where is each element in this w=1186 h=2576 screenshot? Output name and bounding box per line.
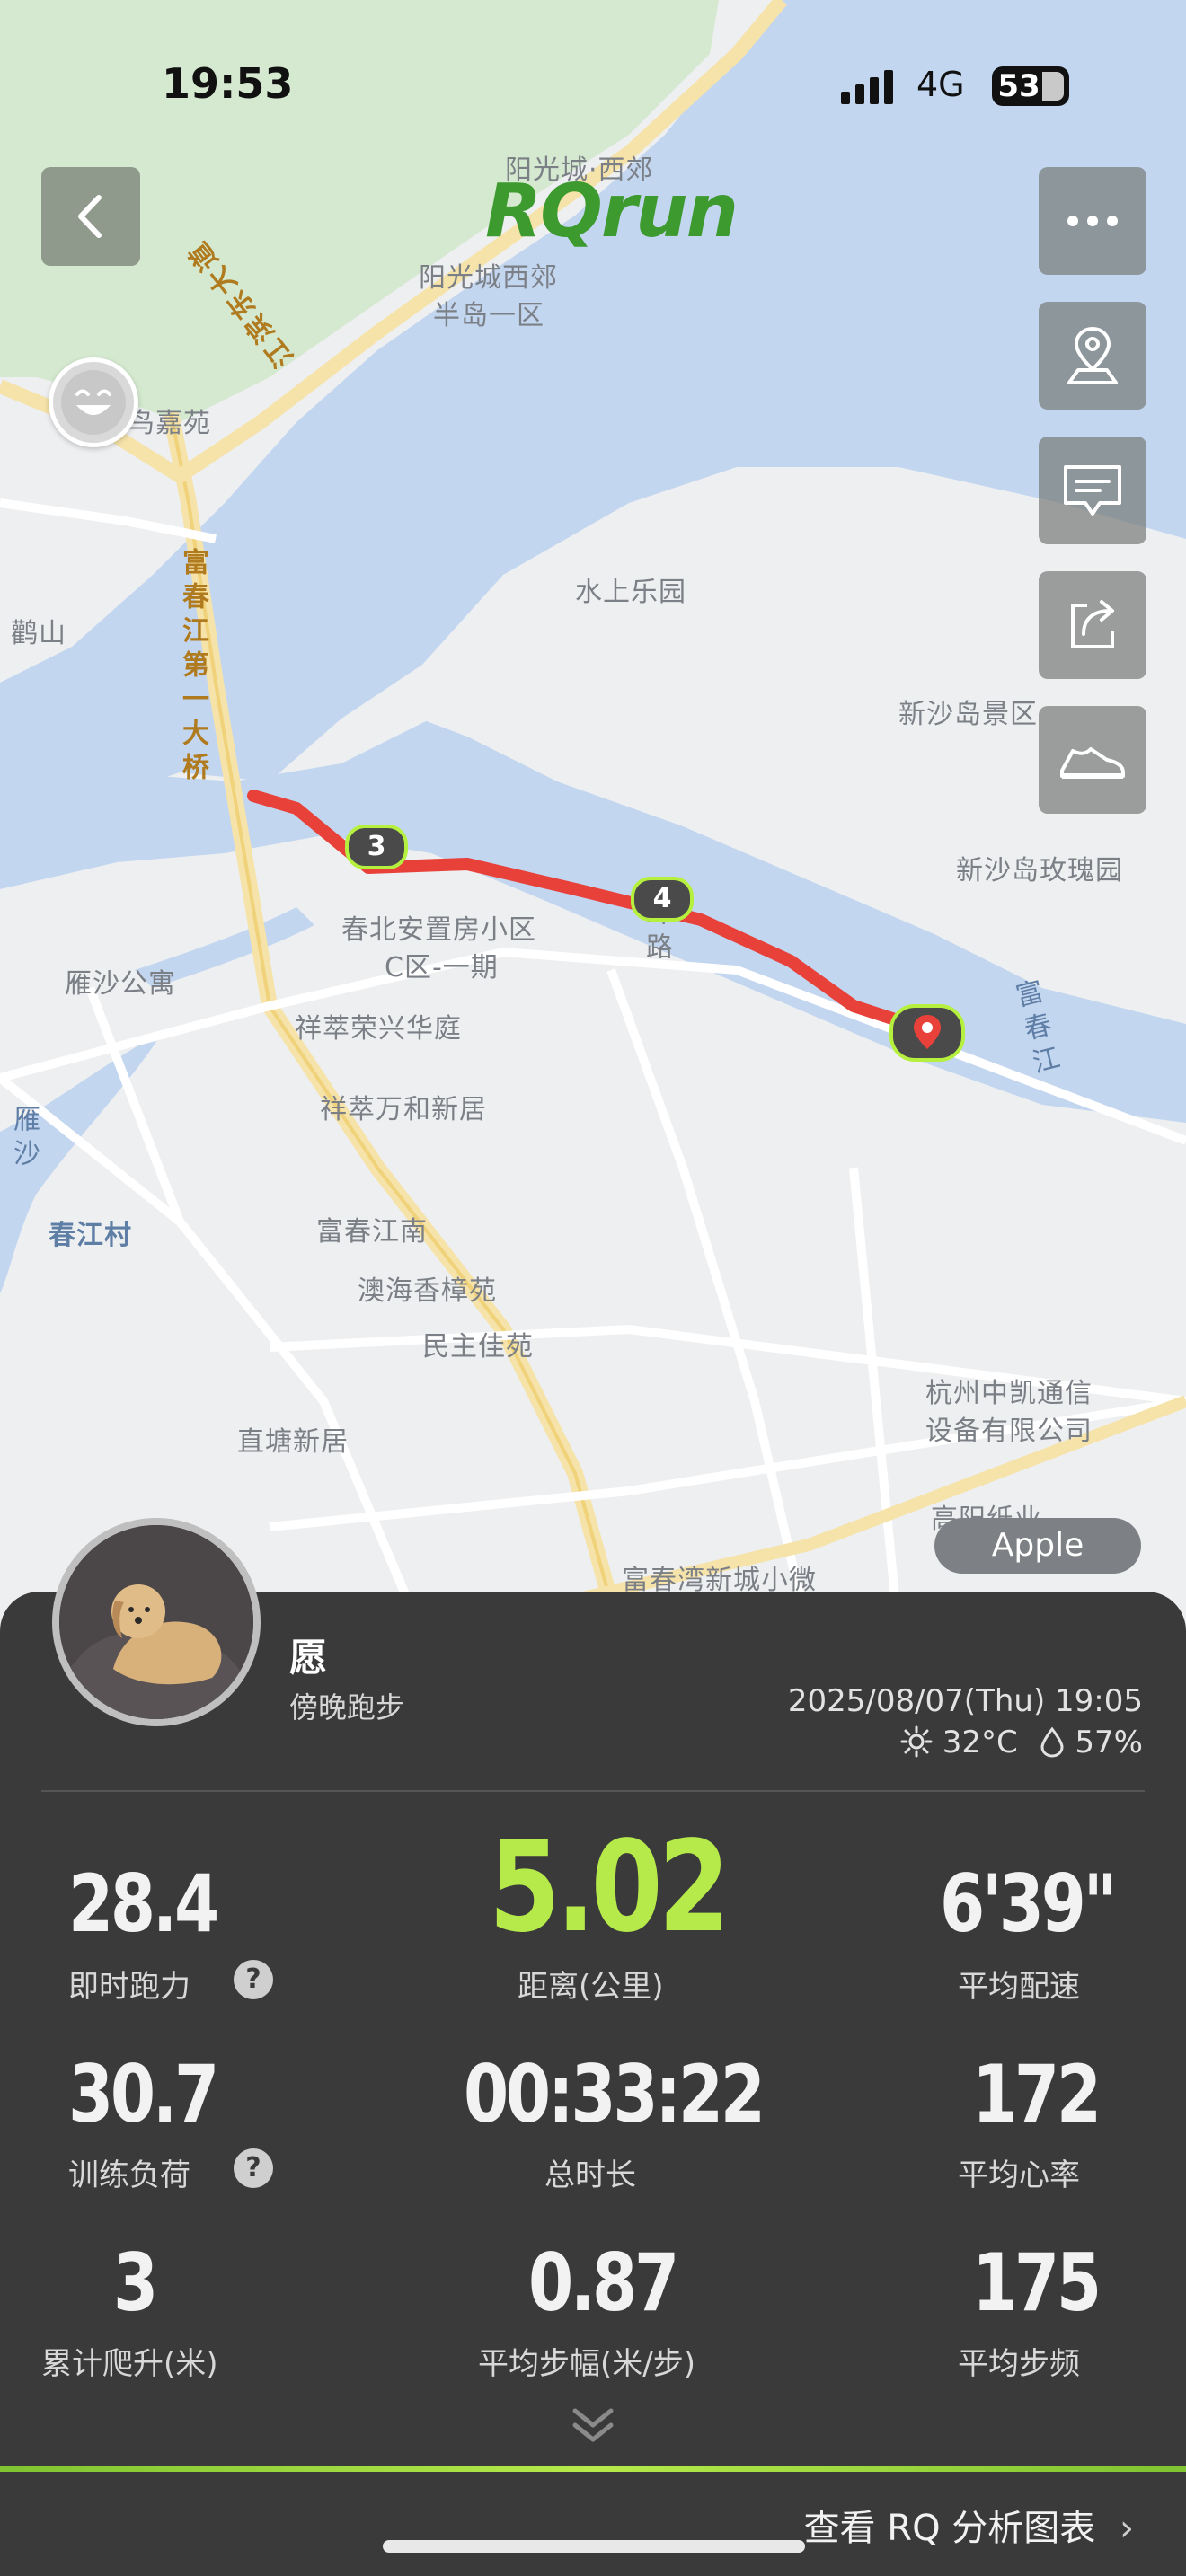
share-button[interactable]: [1039, 571, 1146, 679]
map-label: 杭州中凯通信: [925, 1378, 1093, 1409]
map-label: 直塘新居: [237, 1426, 349, 1458]
chat-icon: [1064, 465, 1121, 516]
stat-label-avg-hr: 平均心率: [958, 2157, 1080, 2193]
map-label: 半岛一区: [433, 300, 544, 331]
temperature: 32°C: [942, 1725, 1018, 1760]
stat-value-distance: 5.02: [489, 1814, 730, 1961]
map-label: 鹳山: [11, 618, 66, 649]
map-label: 雁沙公寓: [65, 968, 176, 1000]
route-map[interactable]: 阳光城·西郊 阳光城西郊 半岛一区 鸟嘉苑 鹳山 水上乐园 新沙岛景区 新沙岛玫…: [0, 0, 1186, 1637]
running-shoe-icon: [1060, 747, 1125, 779]
comment-button[interactable]: [1039, 437, 1146, 544]
map-label: 水上乐园: [575, 577, 686, 608]
stat-value-duration: 00:33:22: [464, 2048, 766, 2140]
map-label: 祥萃万和新居: [320, 1094, 487, 1125]
stat-value-elevation: 3: [113, 2236, 158, 2329]
stat-value-avg-hr: 172: [972, 2048, 1102, 2140]
map-label: 新沙岛景区: [898, 699, 1038, 730]
start-avatar-marker[interactable]: [49, 357, 138, 447]
rqrun-logo: RQrun: [485, 169, 739, 254]
map-label: 澳海香樟苑: [358, 1275, 497, 1307]
road-label: 雁沙: [8, 1105, 40, 1173]
finish-marker[interactable]: [890, 1004, 965, 1062]
stat-label-duration: 总时长: [544, 2157, 636, 2193]
shoe-button[interactable]: [1039, 706, 1146, 814]
help-icon[interactable]: ?: [234, 2148, 273, 2188]
map-label: 新沙岛玫瑰园: [956, 855, 1123, 887]
run-datetime: 2025/08/07(Thu) 19:05: [787, 1683, 1143, 1719]
dog-photo: [59, 1525, 253, 1719]
chevron-right-icon: ›: [1120, 2508, 1134, 2549]
network-type: 4G: [916, 65, 965, 104]
user-avatar[interactable]: [52, 1518, 261, 1726]
back-button[interactable]: [41, 167, 140, 266]
map-label: 鸟嘉苑: [128, 408, 211, 439]
humidity: 57%: [1075, 1725, 1143, 1760]
stat-value-stride: 0.87: [528, 2236, 679, 2329]
map-label: 设备有限公司: [925, 1416, 1093, 1447]
more-dots-icon: [1067, 216, 1118, 226]
card-divider: [41, 1790, 1145, 1792]
stat-label-cadence: 平均步频: [958, 2346, 1080, 2382]
humidity-icon: [1040, 1726, 1064, 1758]
stat-value-training-load: 30.7: [68, 2048, 219, 2140]
stat-value-cadence: 175: [972, 2236, 1102, 2329]
stat-label-training-load: 训练负荷: [68, 2157, 190, 2193]
map-label: 春江村: [49, 1220, 132, 1251]
double-chevron-down-icon: [572, 2408, 614, 2442]
stat-label-distance: 距离(公里): [518, 1969, 664, 2005]
road-label: 富春江第一大桥: [177, 548, 208, 787]
status-time: 19:53: [162, 59, 294, 108]
stat-label-elevation: 累计爬升(米): [41, 2346, 218, 2382]
stat-label-running-power: 即时跑力: [68, 1969, 190, 2005]
map-label: 阳光城西郊: [419, 262, 558, 294]
map-label: 民主佳苑: [422, 1331, 534, 1363]
run-title: 傍晚跑步: [289, 1690, 405, 1725]
signal-icon: [841, 70, 893, 104]
map-label: 春北安置房小区: [341, 914, 536, 946]
expand-button[interactable]: [566, 2404, 620, 2452]
chevron-left-icon: [78, 195, 102, 238]
map-location-button[interactable]: [1039, 302, 1146, 410]
battery-level: 53: [997, 68, 1040, 104]
help-icon[interactable]: ?: [234, 1960, 273, 1999]
km-marker-4[interactable]: 4: [631, 877, 694, 922]
map-pin-icon: [1067, 326, 1118, 384]
user-name: 愿: [289, 1636, 328, 1680]
share-icon: [1071, 600, 1114, 648]
weather-info: 32°C 57%: [900, 1725, 1143, 1760]
stat-value-avg-pace: 6'39": [940, 1857, 1117, 1950]
km-marker-3[interactable]: 3: [345, 825, 408, 869]
map-source-tag: Apple: [934, 1518, 1141, 1574]
more-button[interactable]: [1039, 167, 1146, 275]
stat-value-running-power: 28.4: [68, 1857, 219, 1950]
smiley-icon: [61, 370, 126, 435]
rq-analysis-label: 查看 RQ 分析图表: [803, 2508, 1096, 2549]
sun-icon: [900, 1725, 933, 1758]
stat-label-stride: 平均步幅(米/步): [478, 2346, 695, 2382]
rq-analysis-link[interactable]: 查看 RQ 分析图表 ›: [804, 2499, 1134, 2551]
accent-divider: [0, 2466, 1186, 2472]
battery-icon: 53: [992, 66, 1069, 106]
map-label: C区-一期: [385, 952, 499, 984]
map-label: 祥萃荣兴华庭: [295, 1013, 462, 1045]
home-indicator[interactable]: [383, 2540, 805, 2553]
stat-label-avg-pace: 平均配速: [958, 1969, 1080, 2005]
location-pin-icon: [914, 1015, 941, 1049]
map-label: 富春江南: [316, 1216, 428, 1248]
